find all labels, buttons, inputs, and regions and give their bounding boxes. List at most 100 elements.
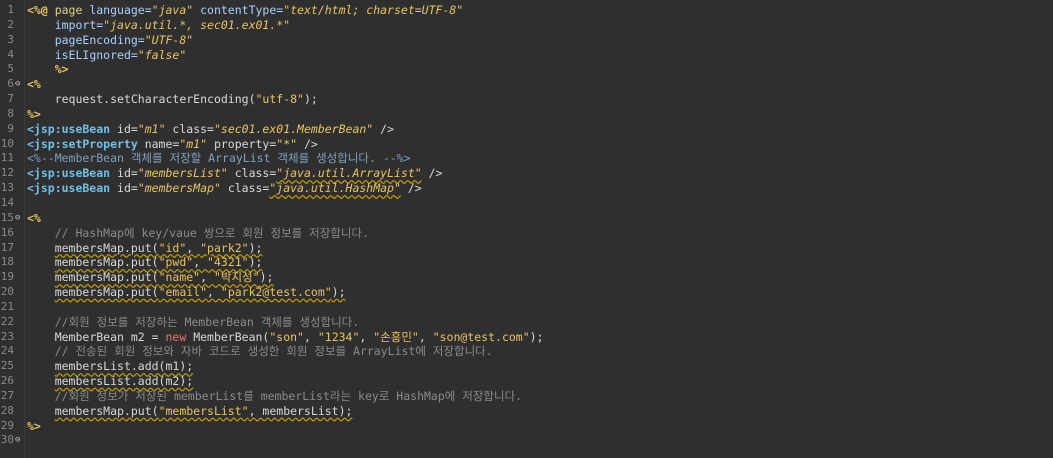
- code-line[interactable]: 8 %>: [0, 107, 1053, 122]
- code-text: // HashMap에 key/vaue 쌍으로 회원 정보를 저장합니다.: [27, 226, 369, 241]
- code-token: import=: [54, 17, 104, 32]
- code-line[interactable]: 26 membersList.add(m2);: [0, 374, 1053, 389]
- code-token: "m1": [137, 121, 166, 136]
- code-line[interactable]: 30 ⊖: [0, 433, 1053, 448]
- line-number: 9: [7, 121, 14, 135]
- code-token: <%: [27, 210, 41, 225]
- code-token: "id": [158, 240, 187, 255]
- code-line[interactable]: 29 %>: [0, 419, 1053, 434]
- code-token: />: [400, 181, 422, 196]
- code-token: contentType=: [193, 3, 284, 17]
- code-token: <%: [27, 77, 41, 92]
- code-token: <%--MemberBean 객체를 저장할 ArrayList 객체를 생성합…: [27, 151, 411, 166]
- code-token: "pwd": [158, 255, 194, 270]
- code-text: <jsp:setProperty name="m1" property="*" …: [27, 137, 318, 152]
- code-line[interactable]: 6 ⊖ <%: [0, 77, 1053, 92]
- code-token: "m1": [179, 136, 208, 151]
- code-line[interactable]: 19 membersMap.put("name", "박지성");: [0, 270, 1053, 285]
- code-text: <%--MemberBean 객체를 저장할 ArrayList 객체를 생성합…: [27, 151, 411, 166]
- code-line[interactable]: 10 <jsp:setProperty name="m1" property="*…: [0, 137, 1053, 152]
- code-token: "son@test.com": [432, 329, 530, 344]
- line-number: 6: [7, 77, 14, 91]
- fold-toggle-icon[interactable]: ⊖: [15, 213, 21, 222]
- code-token: ,: [303, 329, 318, 344]
- code-line[interactable]: 15 ⊖ <%: [0, 211, 1053, 226]
- code-token: "손흥민": [373, 329, 419, 344]
- code-line[interactable]: 21: [0, 300, 1053, 315]
- code-line[interactable]: 17 membersMap.put("id", "park2");: [0, 241, 1053, 256]
- code-line[interactable]: 24 // 전송된 회원 정보와 자바 코드로 생성한 회원 정보를 Array…: [0, 344, 1053, 359]
- code-token: "1234": [317, 329, 360, 344]
- code-text: %>: [27, 107, 41, 122]
- code-token: //회원 정보가 저장된 memberList를 memberList라는 ke…: [54, 388, 523, 403]
- code-token: );: [303, 92, 318, 107]
- code-text: %>: [27, 62, 69, 77]
- code-text: //회원 정보를 저장하는 MemberBean 객체를 생성합니다.: [27, 315, 359, 330]
- code-token: name=: [137, 136, 180, 151]
- line-number: 12: [0, 166, 14, 180]
- code-token: <%@: [27, 3, 55, 17]
- code-token: "text/html; charset=UTF-8": [283, 3, 464, 17]
- code-token: pageEncoding=: [54, 32, 145, 47]
- code-line[interactable]: 18 membersMap.put("pwd", "4321");: [0, 255, 1053, 270]
- code-token: "java.util.HashMap": [269, 181, 401, 196]
- code-text: request.setCharacterEncoding("utf-8");: [27, 92, 318, 107]
- code-token: class=: [220, 181, 270, 196]
- line-number: 7: [7, 92, 14, 106]
- code-line[interactable]: 25 membersList.add(m1);: [0, 359, 1053, 374]
- code-line[interactable]: 20 membersMap.put("email", "park2@test.c…: [0, 285, 1053, 300]
- line-number: 4: [7, 47, 14, 61]
- code-line[interactable]: 7 request.setCharacterEncoding("utf-8");: [0, 92, 1053, 107]
- code-line[interactable]: 11 <%--MemberBean 객체를 저장할 ArrayList 객체를 생…: [0, 151, 1053, 166]
- code-token: <jsp:useBean: [27, 181, 111, 196]
- code-token: "park2": [200, 240, 249, 255]
- code-line[interactable]: 14: [0, 196, 1053, 211]
- code-token: property=: [207, 136, 277, 151]
- line-number: 8: [7, 106, 14, 120]
- code-token: // 전송된 회원 정보와 자바 코드로 생성한 회원 정보를 ArrayLis…: [54, 344, 493, 359]
- code-token: );: [248, 240, 263, 255]
- code-line[interactable]: 22 //회원 정보를 저장하는 MemberBean 객체를 생성합니다.: [0, 315, 1053, 330]
- code-line[interactable]: 27 //회원 정보가 저장된 memberList를 memberList라는…: [0, 389, 1053, 404]
- code-text: %>: [27, 419, 41, 434]
- code-token: <jsp:setProperty: [27, 136, 138, 151]
- code-text: // 전송된 회원 정보와 자바 코드로 생성한 회원 정보를 ArrayLis…: [27, 344, 493, 359]
- code-line[interactable]: 16 // HashMap에 key/vaue 쌍으로 회원 정보를 저장합니다…: [0, 226, 1053, 241]
- fold-toggle-icon[interactable]: ⊖: [15, 80, 21, 89]
- code-line[interactable]: 3 pageEncoding="UTF-8": [0, 33, 1053, 48]
- line-number: 18: [0, 255, 14, 269]
- code-token: "sec01.ex01.MemberBean": [213, 121, 374, 136]
- code-token: MemberBean m2 =: [54, 329, 166, 344]
- fold-toggle-icon[interactable]: ⊖: [15, 436, 21, 445]
- code-text: isELIgnored="false": [27, 48, 187, 63]
- code-text: membersMap.put("pwd", "4321");: [27, 255, 263, 270]
- code-text: <jsp:useBean id="membersList" class="jav…: [27, 166, 442, 181]
- code-token: // HashMap에 key/vaue 쌍으로 회원 정보를 저장합니다.: [54, 225, 369, 240]
- code-token: "membersMap": [137, 181, 221, 196]
- code-token: id=: [110, 181, 138, 196]
- code-token: %>: [54, 62, 69, 77]
- code-line[interactable]: 4 isELIgnored="false": [0, 48, 1053, 63]
- code-token: , membersList);: [248, 403, 353, 418]
- code-token: id=: [110, 121, 138, 136]
- code-line[interactable]: 1 <%@ page language="java" contentType="t…: [0, 3, 1053, 18]
- code-editor[interactable]: 1 <%@ page language="java" contentType="t…: [0, 0, 1053, 458]
- code-token: );: [248, 255, 263, 270]
- code-text: membersMap.put("email", "park2@test.com"…: [27, 285, 346, 300]
- code-line[interactable]: 5 %>: [0, 62, 1053, 77]
- line-number: 17: [0, 240, 14, 254]
- code-line[interactable]: 13 <jsp:useBean id="membersMap" class="ja…: [0, 181, 1053, 196]
- code-line[interactable]: 23 MemberBean m2 = new MemberBean("son",…: [0, 330, 1053, 345]
- code-line[interactable]: 12 <jsp:useBean id="membersList" class="j…: [0, 166, 1053, 181]
- code-line[interactable]: 28 membersMap.put("membersList", members…: [0, 404, 1053, 419]
- code-token: "son": [269, 329, 304, 344]
- code-line[interactable]: 9 <jsp:useBean id="m1" class="sec01.ex01.…: [0, 122, 1053, 137]
- code-line[interactable]: 2 import="java.util.*, sec01.ex01.*": [0, 18, 1053, 33]
